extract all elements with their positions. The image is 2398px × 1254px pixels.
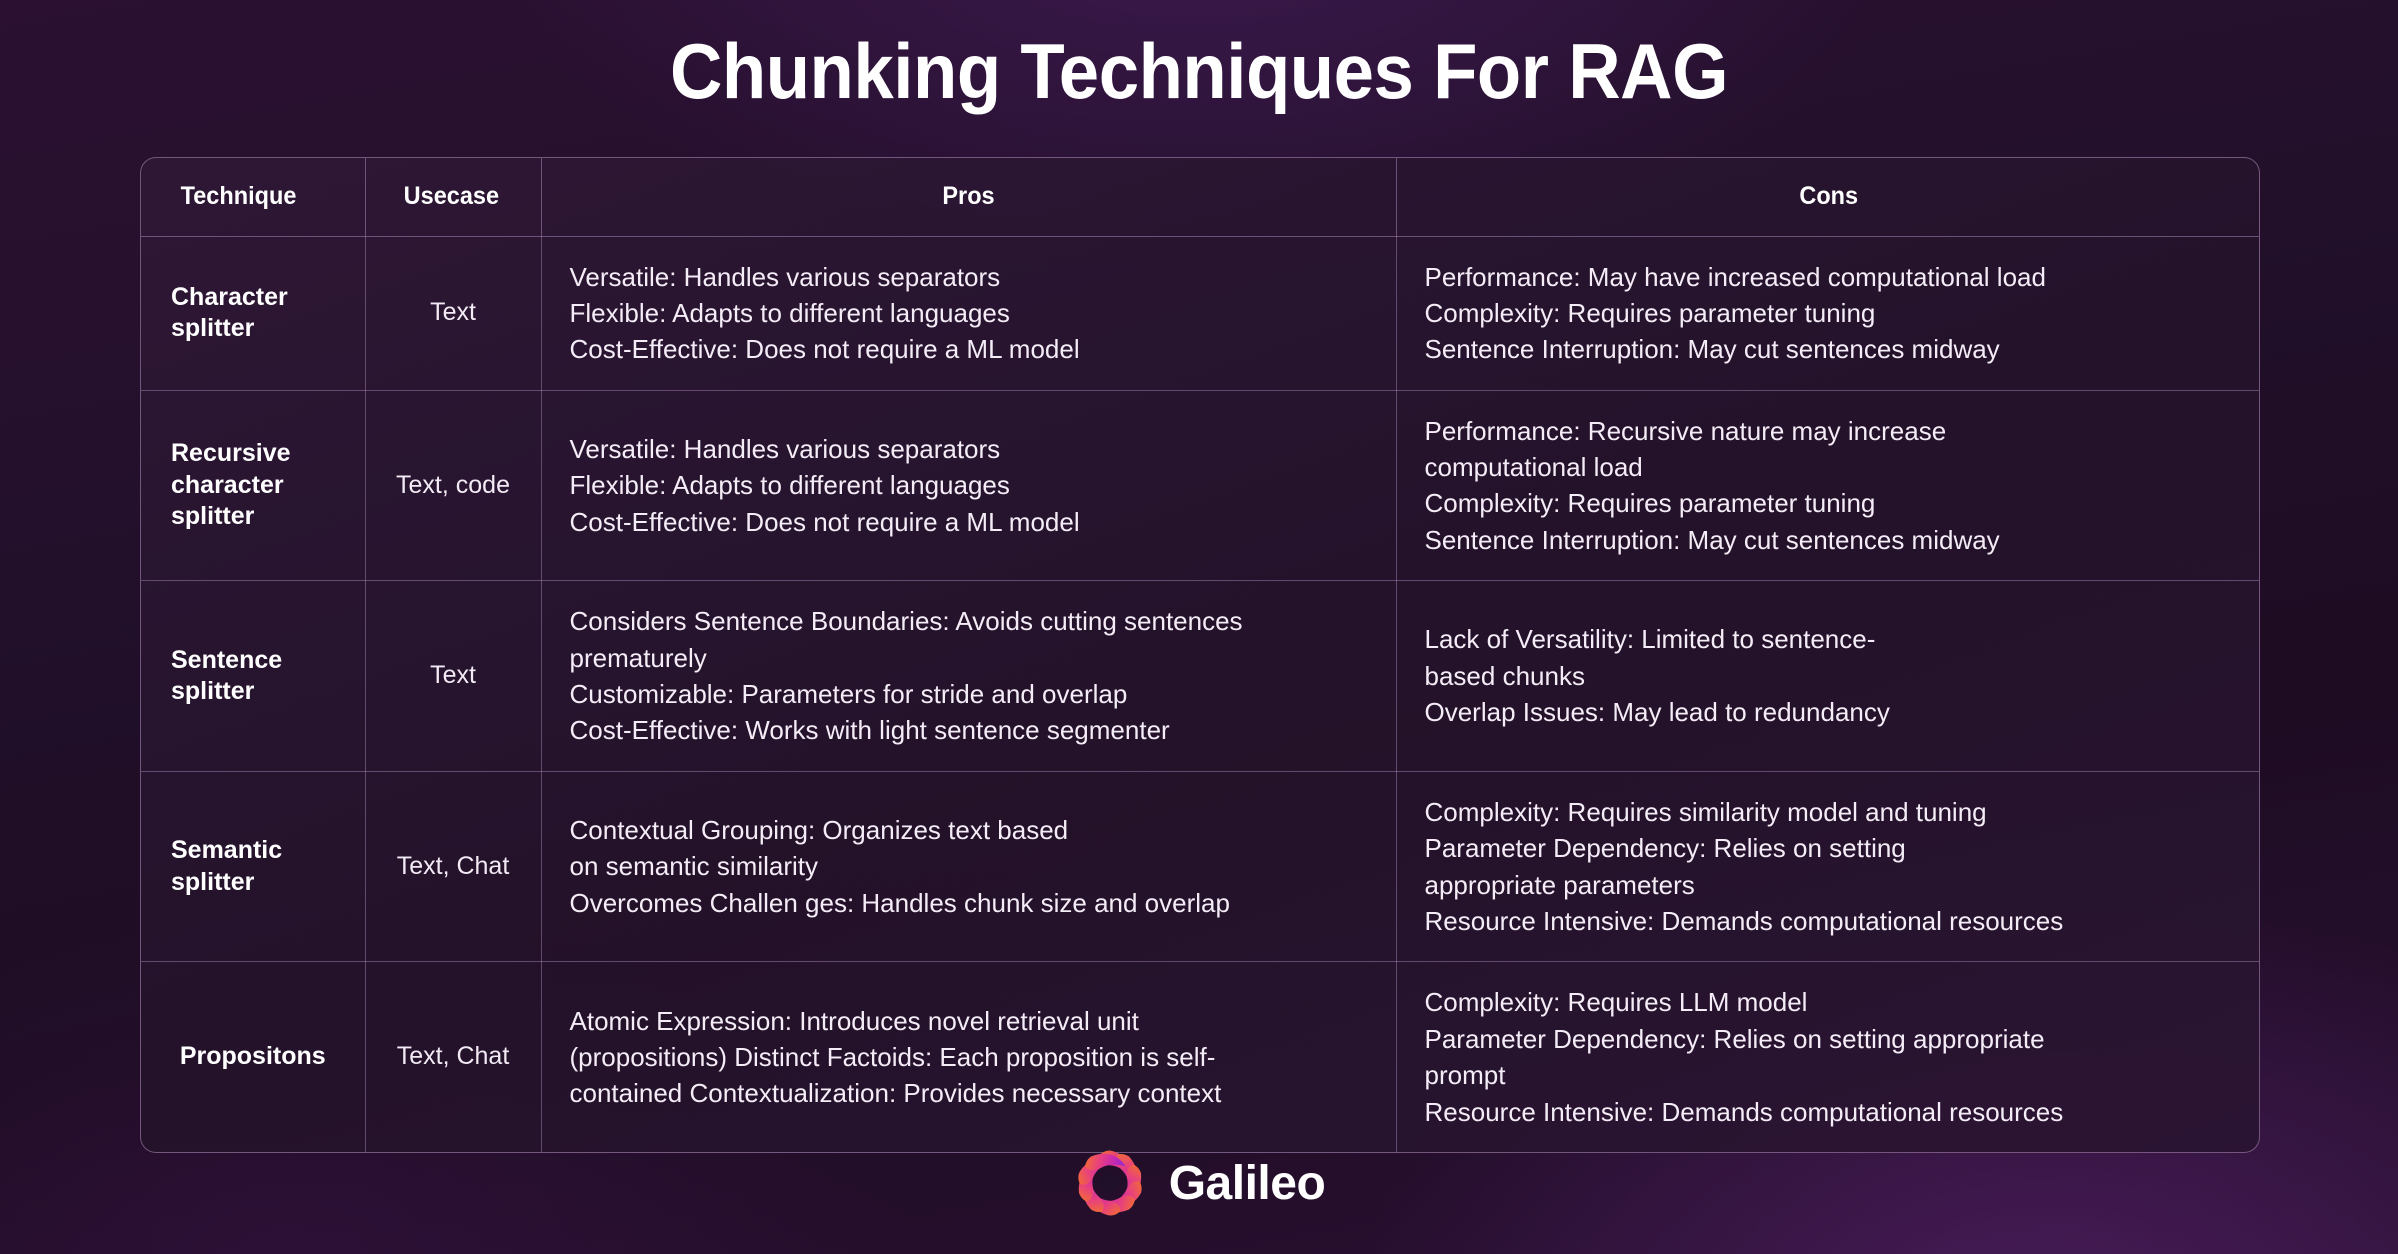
cell-technique: Recursive character splitter [141,390,366,582]
column-header-technique: Technique [147,158,359,237]
table: Technique Usecase Pros Cons Character sp… [141,158,2259,1152]
column-header-pros: Pros [566,158,1371,237]
footer-branding: Galileo [0,1146,2398,1220]
galileo-swirl-icon [1078,1150,1142,1216]
brand-name: Galileo [1168,1156,1326,1210]
chunking-techniques-table: Technique Usecase Pros Cons Character sp… [140,157,2260,1153]
cell-cons: Performance: Recursive nature may increa… [1396,390,2259,582]
cell-cons: Performance: May have increased computat… [1396,236,2259,391]
cell-pros: Contextual Grouping: Organizes text base… [541,771,1397,963]
table-head: Technique Usecase Pros Cons [141,158,2259,237]
cell-usecase: Text [365,580,542,772]
cell-cons: Complexity: Requires LLM model Parameter… [1424,987,2064,1127]
cell-pros: Atomic Expression: Introduces novel retr… [541,961,1397,1152]
table-row: Semantic splitter Text, Chat Contextual … [141,771,2259,963]
table-row: Propositons Text, Chat Atomic Expression… [141,961,2259,1152]
cell-usecase: Text, Chat [365,771,542,963]
cell-pros: Versatile: Handles various separators Fl… [541,236,1397,391]
cell-usecase: Text, Chat [365,961,542,1152]
cell-usecase: Text, code [365,390,542,582]
cell-technique: Propositons [141,961,366,1152]
cell-usecase: Text [365,236,542,391]
cell-pros: Considers Sentence Boundaries: Avoids cu… [541,580,1397,772]
table-header-row: Technique Usecase Pros Cons [141,158,2259,237]
table-row: Recursive character splitter Text, code … [141,390,2259,582]
cell-cons: Complexity: Requires similarity model an… [1396,771,2259,963]
cell-cons: Lack of Versatility: Limited to sentence… [1396,580,2259,772]
column-header-cons: Cons [1421,158,2236,237]
page-title: Chunking Techniques For RAG [669,27,1729,115]
cell-technique: Semantic splitter [141,771,366,963]
cell-pros: Versatile: Handles various separators Fl… [541,390,1397,582]
table-row: Sentence splitter Text Considers Sentenc… [141,580,2259,772]
cell-technique: Character splitter [141,236,366,391]
table-body: Character splitter Text Versatile: Handl… [141,236,2259,1152]
cell-technique: Sentence splitter [141,580,366,772]
column-header-usecase: Usecase [370,158,537,237]
table-row: Character splitter Text Versatile: Handl… [141,236,2259,391]
poster-root: Chunking Techniques For RAG Technique Us… [0,0,2398,1254]
